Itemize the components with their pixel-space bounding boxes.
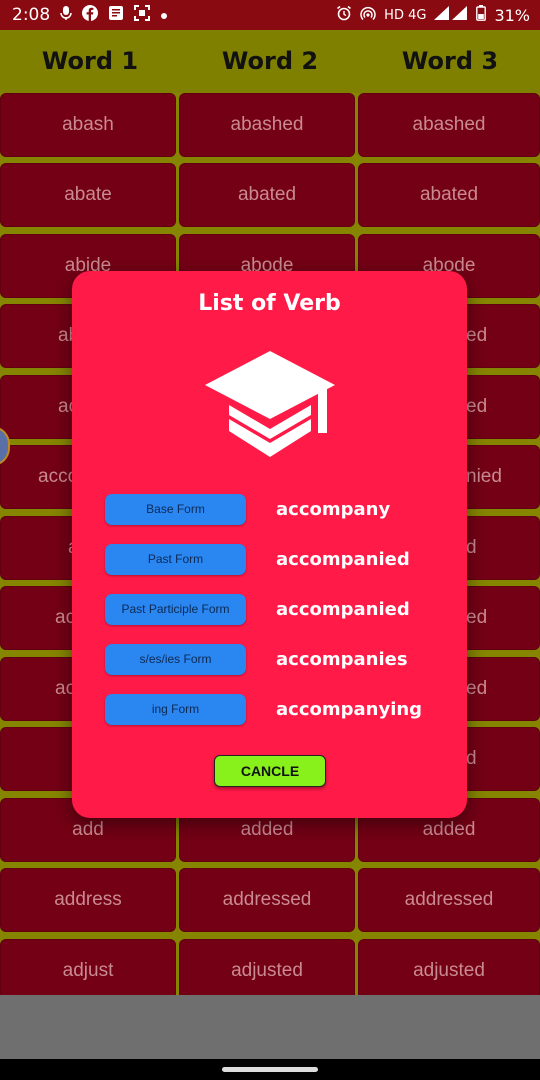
cancel-button[interactable]: CANCLE (214, 755, 326, 787)
partial-text: d (466, 537, 477, 558)
battery-level: 31% (494, 5, 530, 25)
hotspot-icon (360, 5, 376, 25)
word-cell[interactable]: abash (0, 93, 176, 157)
table-row[interactable]: abate abated abated (0, 163, 540, 229)
word-cell[interactable]: abashed (358, 93, 540, 157)
form-row-ses: s/es/ies Form accompanies (105, 644, 445, 676)
table-row[interactable]: adjust adjusted adjusted (0, 939, 540, 995)
partial-text: ed (466, 325, 488, 346)
ad-banner-area (0, 995, 540, 1059)
word-cell[interactable]: abated (358, 163, 540, 227)
base-form-value: accompany (276, 499, 391, 520)
word-cell[interactable]: adjust (0, 939, 176, 995)
table-row[interactable]: abash abashed abashed (0, 93, 540, 159)
past-form-value: accompanied (276, 549, 410, 570)
dialog-title: List of Verb (198, 291, 341, 316)
partial-text: ed (466, 678, 488, 699)
past-participle-form-button[interactable]: Past Participle Form (105, 594, 246, 625)
form-row-past: Past Form accompanied (105, 544, 445, 576)
form-row-base: Base Form accompany (105, 494, 445, 526)
partial-text: nied (466, 466, 502, 487)
base-form-button[interactable]: Base Form (105, 494, 246, 525)
table-row[interactable]: address addressed addressed (0, 868, 540, 934)
form-row-past-participle: Past Participle Form accompanied (105, 594, 445, 626)
form-row-ing: ing Form accompanying (105, 694, 445, 726)
ing-form-button[interactable]: ing Form (105, 694, 246, 725)
word-cell[interactable]: abated (179, 163, 355, 227)
status-time: 2:08 (12, 5, 51, 25)
mic-icon (60, 5, 72, 25)
scan-icon (134, 5, 151, 25)
status-bar: 2:08 HD 4G 31% (0, 0, 540, 30)
dot-icon (160, 6, 168, 24)
partial-text: ed (466, 607, 488, 628)
header-word-3: Word 3 (401, 47, 499, 75)
graduation-cap-icon (205, 349, 335, 459)
home-gesture-pill[interactable] (222, 1067, 318, 1072)
word-cell[interactable]: abashed (179, 93, 355, 157)
word-cell[interactable]: abate (0, 163, 176, 227)
word-header: Word 1 Word 2 Word 3 (0, 30, 540, 93)
signal-icon (434, 6, 468, 24)
past-participle-form-value: accompanied (276, 599, 410, 620)
facebook-icon (82, 5, 99, 25)
verb-dialog: List of Verb Base Form accompany Past Fo… (72, 271, 467, 818)
ses-form-value: accompanies (276, 649, 408, 670)
document-icon (108, 5, 124, 25)
partial-text: d (466, 748, 477, 769)
header-word-2: Word 2 (221, 47, 319, 75)
past-form-button[interactable]: Past Form (105, 544, 246, 575)
partial-text: ed (466, 396, 488, 417)
network-type: HD 4G (384, 7, 427, 23)
header-word-1: Word 1 (41, 47, 139, 75)
ing-form-value: accompanying (276, 699, 423, 720)
ses-form-button[interactable]: s/es/ies Form (105, 644, 246, 675)
word-cell[interactable]: address (0, 868, 176, 932)
word-cell[interactable]: addressed (358, 868, 540, 932)
battery-icon (476, 5, 487, 25)
word-cell[interactable]: adjusted (179, 939, 355, 995)
alarm-icon (336, 5, 352, 25)
word-cell[interactable]: addressed (179, 868, 355, 932)
word-cell[interactable]: adjusted (358, 939, 540, 995)
